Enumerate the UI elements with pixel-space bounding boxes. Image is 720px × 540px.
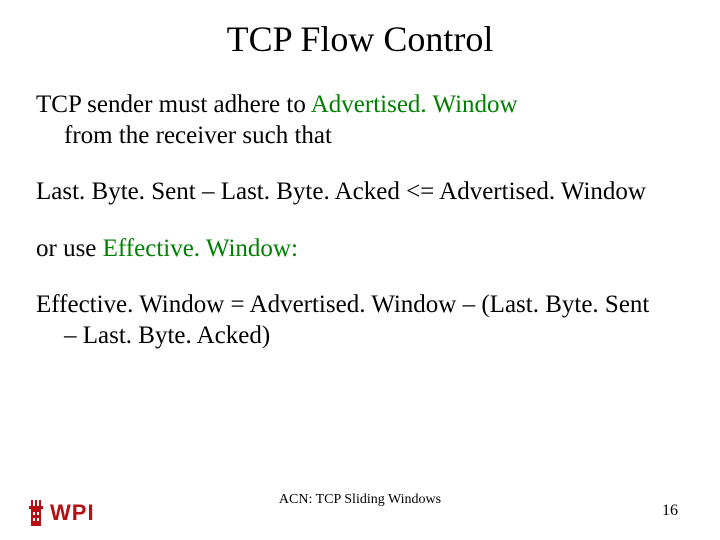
slide-body: TCP sender must adhere to Advertised. Wi… [0,60,720,351]
paragraph-3: or use Effective. Window: [36,234,684,265]
footer-center-text: ACN: TCP Sliding Windows [0,492,720,508]
page-number: 16 [662,502,678,520]
para3-text-a: or use [36,235,103,262]
slide: TCP Flow Control TCP sender must adhere … [0,0,720,540]
slide-title: TCP Flow Control [0,0,720,60]
paragraph-2: Last. Byte. Sent – Last. Byte. Acked <= … [36,177,684,208]
footer: ACN: TCP Sliding Windows 16 [0,492,720,520]
paragraph-1: TCP sender must adhere to Advertised. Wi… [36,90,684,151]
paragraph-4: Effective. Window = Advertised. Window –… [36,290,684,351]
para3-green: Effective. Window: [103,235,298,262]
para4-line2: – Last. Byte. Acked) [36,321,270,352]
para1-text-a: TCP sender must adhere to [36,91,311,118]
para1-green: Advertised. Window [311,91,518,118]
para4-line1: Effective. Window = Advertised. Window –… [36,291,649,318]
para1-text-b: from the receiver such that [36,121,332,152]
